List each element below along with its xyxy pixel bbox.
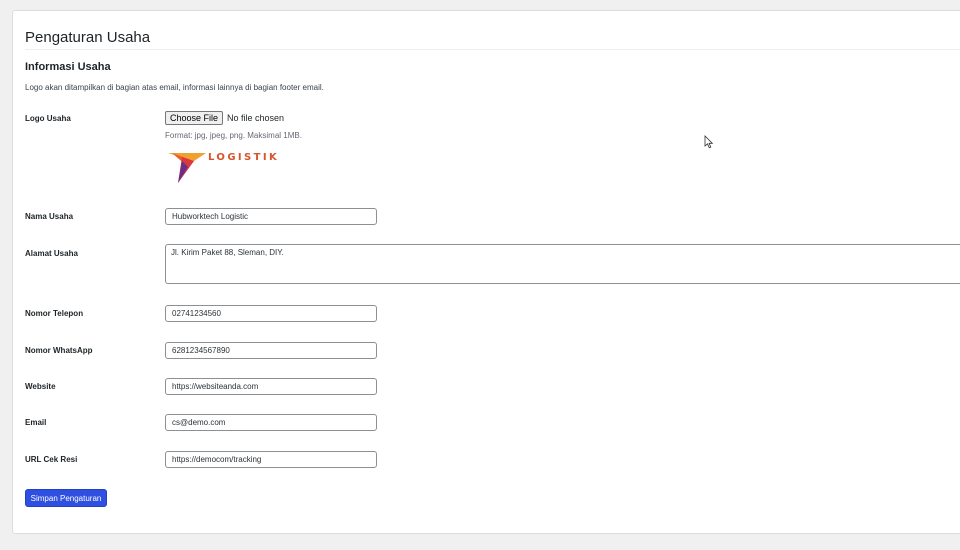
logo-mark-icon — [168, 153, 206, 183]
nomor-telepon-input[interactable] — [165, 305, 377, 322]
logo-label: Logo Usaha — [25, 114, 71, 123]
business-logo: LOGISTIK — [168, 151, 286, 187]
email-label: Email — [25, 418, 47, 427]
email-input[interactable] — [165, 414, 377, 431]
url-cek-resi-label: URL Cek Resi — [25, 455, 78, 464]
logo-file-input[interactable]: Choose File No file chosen — [165, 111, 284, 125]
section-description: Logo akan ditampilkan di bagian atas ema… — [25, 83, 324, 92]
file-status: No file chosen — [227, 113, 285, 123]
mouse-pointer-icon — [704, 135, 714, 149]
nomor-whatsapp-input[interactable] — [165, 342, 377, 359]
nomor-whatsapp-label: Nomor WhatsApp — [25, 346, 93, 355]
website-input[interactable] — [165, 378, 377, 395]
title-divider — [25, 49, 960, 50]
section-title: Informasi Usaha — [25, 61, 111, 73]
alamat-usaha-label: Alamat Usaha — [25, 249, 78, 258]
nomor-telepon-label: Nomor Telepon — [25, 309, 84, 318]
file-format-hint: Format: jpg, jpeg, png. Maksimal 1MB. — [165, 131, 302, 140]
logo-wordmark: LOGISTIK — [208, 152, 280, 163]
alamat-usaha-textarea[interactable]: Jl. Kirim Paket 88, Sleman, DIY. — [165, 244, 960, 284]
settings-panel: Pengaturan Usaha Informasi Usaha Logo ak… — [12, 10, 960, 534]
url-cek-resi-input[interactable] — [165, 451, 377, 468]
choose-file-button[interactable]: Choose File — [165, 111, 224, 125]
save-settings-button[interactable]: Simpan Pengaturan — [25, 489, 107, 507]
nama-usaha-label: Nama Usaha — [25, 212, 74, 221]
nama-usaha-input[interactable] — [165, 208, 377, 225]
page-title: Pengaturan Usaha — [25, 29, 151, 46]
website-label: Website — [25, 382, 56, 391]
